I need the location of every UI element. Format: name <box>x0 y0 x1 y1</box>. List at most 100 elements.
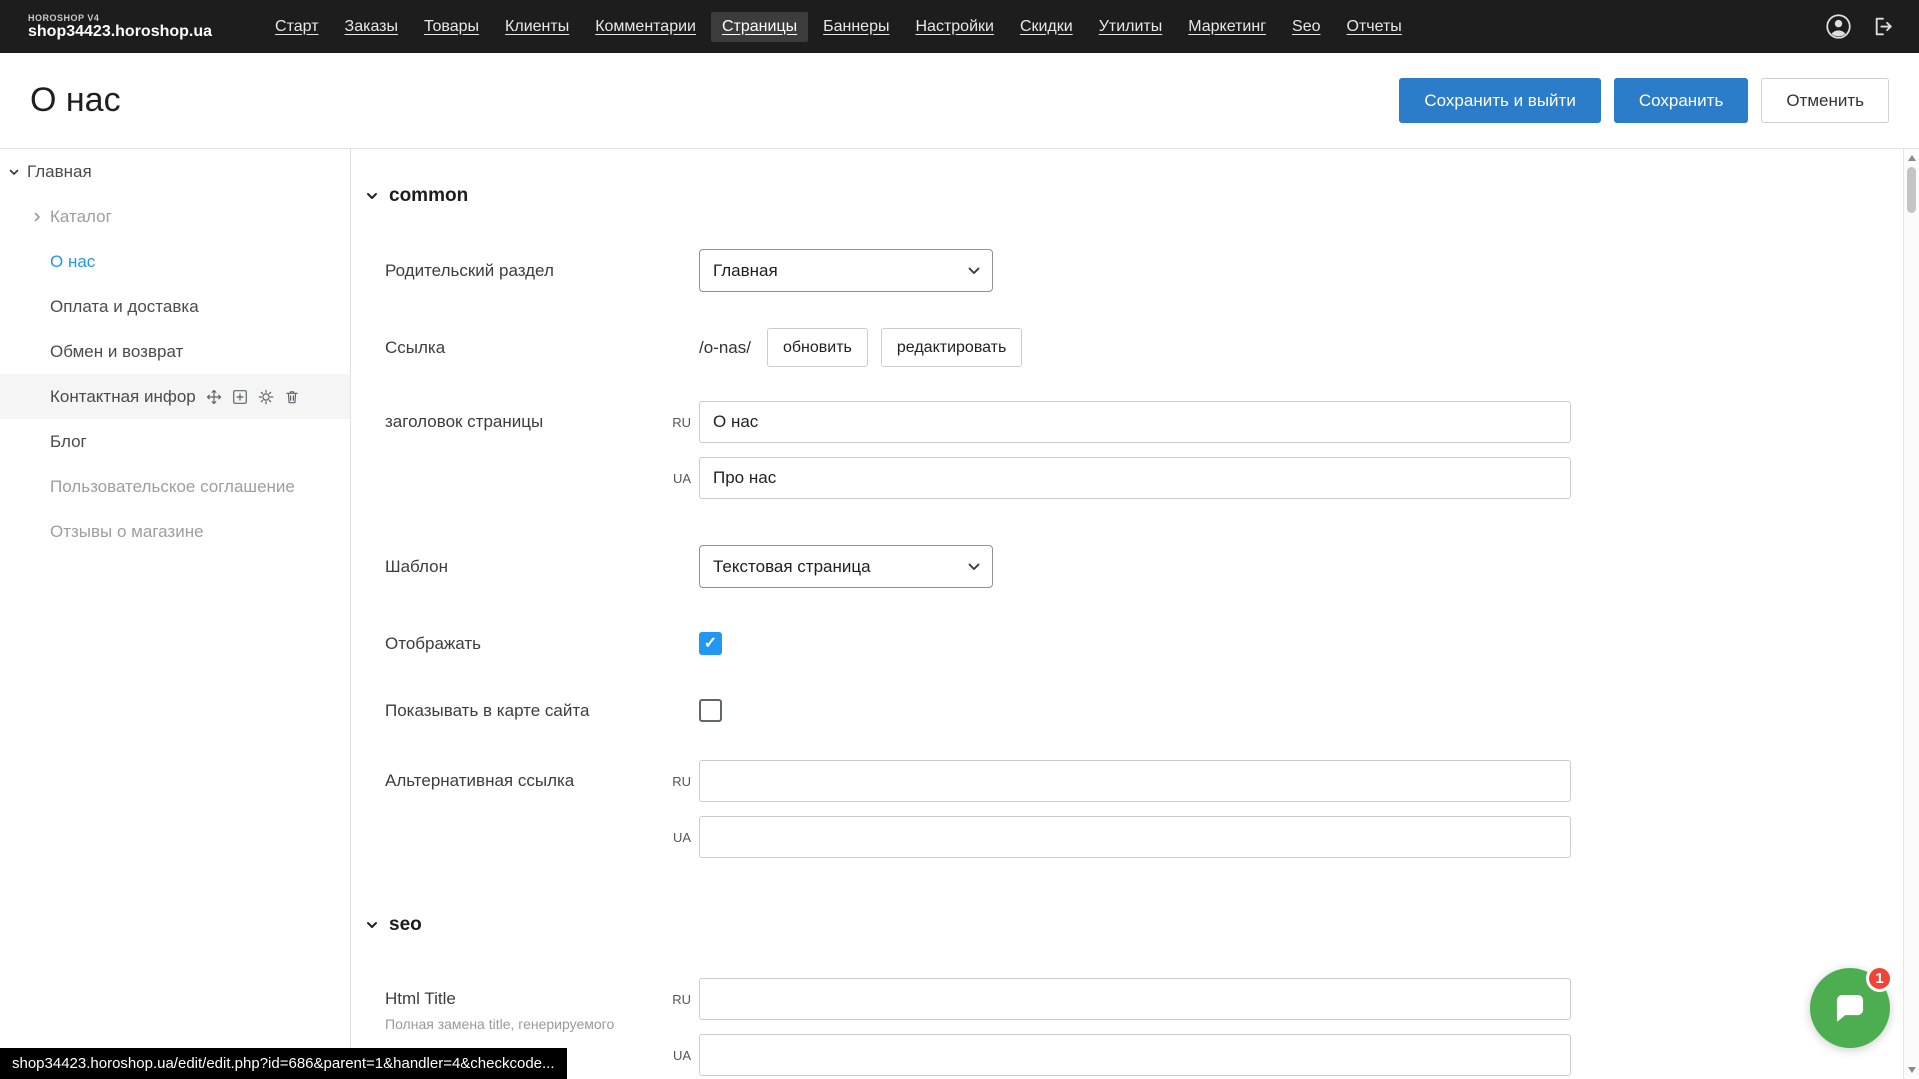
lang-tag-ua: UA <box>665 830 691 845</box>
menu-item-utility[interactable]: Утилиты <box>1088 12 1174 42</box>
field-label: заголовок страницы <box>385 401 665 432</box>
sidebar-item-label: Главная <box>27 162 92 182</box>
sidebar-item-obmen-i-vozvrat[interactable]: Обмен и возврат <box>0 329 350 374</box>
alt-link-row: Альтернативная ссылка RU UA <box>385 760 1863 858</box>
template-select[interactable]: Текстовая страница <box>699 545 993 588</box>
html-title-ru-input[interactable] <box>699 978 1571 1020</box>
selected-option: Главная <box>713 261 778 281</box>
edit-link-button[interactable]: редактировать <box>881 328 1022 367</box>
chevron-down-icon <box>365 189 379 203</box>
display-checkbox[interactable]: ✓ <box>699 632 722 655</box>
parent-section-select[interactable]: Главная <box>699 249 993 292</box>
sidebar-item-label: О нас <box>50 252 95 272</box>
lang-tag-ru: RU <box>665 992 691 1007</box>
vertical-scrollbar[interactable] <box>1903 149 1919 1079</box>
field-label: Родительский раздел <box>385 261 665 281</box>
status-url: shop34423.horoshop.ua/edit/edit.php?id=6… <box>0 1048 567 1079</box>
gear-icon[interactable] <box>258 389 274 405</box>
menu-item-zakazy[interactable]: Заказы <box>334 12 409 42</box>
sidebar-item-kontaktnaya-informatsiya[interactable]: Контактная инфор <box>0 374 350 419</box>
scrollbar-thumb[interactable] <box>1907 167 1916 213</box>
sidebar-item-label: Блог <box>50 432 87 452</box>
trash-icon[interactable] <box>284 389 300 405</box>
menu-item-nastroyki[interactable]: Настройки <box>904 12 1004 42</box>
link-path: /o-nas/ <box>699 338 751 358</box>
chat-widget-button[interactable]: 1 <box>1810 968 1890 1048</box>
page-header: О нас Сохранить и выйти Сохранить Отмени… <box>0 53 1919 148</box>
brand-domain: shop34423.horoshop.ua <box>28 23 212 41</box>
app-window: HOROSHOP V4 shop34423.horoshop.ua Старт … <box>0 0 1919 1079</box>
section-common[interactable]: common <box>365 185 1863 207</box>
sitemap-checkbox[interactable]: ✓ <box>699 699 722 722</box>
brand-logo[interactable]: HOROSHOP V4 shop34423.horoshop.ua <box>28 13 212 41</box>
alt-link-ru-input[interactable] <box>699 760 1571 802</box>
section-title: seo <box>389 914 422 936</box>
menu-item-stranitsy[interactable]: Страницы <box>711 12 808 42</box>
template-row: Шаблон Текстовая страница <box>385 545 1863 588</box>
brand-version: HOROSHOP V4 <box>28 13 212 23</box>
link-row: Ссылка /o-nas/ обновить редактировать <box>385 328 1863 367</box>
sidebar-item-glavnaya[interactable]: Главная <box>0 149 350 194</box>
chevron-down-icon <box>365 918 379 932</box>
selected-option: Текстовая страница <box>713 557 871 577</box>
lang-tag-ua: UA <box>665 1048 691 1063</box>
field-label: Html Title Полная замена title, генериру… <box>385 978 665 1034</box>
chevron-down-icon[interactable] <box>8 166 20 178</box>
lang-tag-ru: RU <box>665 774 691 789</box>
save-and-exit-button[interactable]: Сохранить и выйти <box>1399 78 1600 123</box>
refresh-link-button[interactable]: обновить <box>767 328 868 367</box>
field-label: Альтернативная ссылка <box>385 760 665 791</box>
page-title: О нас <box>30 81 121 120</box>
page-body: Главная Каталог О нас Оплата и доставка … <box>0 148 1919 1079</box>
menu-item-start[interactable]: Старт <box>264 12 329 42</box>
field-label: Показывать в карте сайта <box>385 701 665 721</box>
logout-icon[interactable] <box>1872 14 1897 39</box>
chat-bubble-icon <box>1831 989 1869 1027</box>
menu-item-otchety[interactable]: Отчеты <box>1336 12 1413 42</box>
sidebar-item-label: Обмен и возврат <box>50 342 183 362</box>
lang-tag-ua: UA <box>665 471 691 486</box>
menu-item-klienty[interactable]: Клиенты <box>494 12 580 42</box>
pages-tree-sidebar: Главная Каталог О нас Оплата и доставка … <box>0 149 351 1079</box>
topbar-actions <box>1825 13 1897 40</box>
html-title-ua-input[interactable] <box>699 1034 1571 1076</box>
page-title-ru-input[interactable] <box>699 401 1571 443</box>
sidebar-item-label: Пользовательское соглашение <box>50 477 295 497</box>
header-actions: Сохранить и выйти Сохранить Отменить <box>1399 78 1889 123</box>
page-title-ua-input[interactable] <box>699 457 1571 499</box>
scroll-up-arrow[interactable] <box>1908 155 1916 161</box>
menu-item-bannery[interactable]: Баннеры <box>812 12 900 42</box>
sidebar-item-polzovatelskoe-soglashenie[interactable]: Пользовательское соглашение <box>0 464 350 509</box>
sidebar-item-label: Отзывы о магазине <box>50 522 204 542</box>
sidebar-item-o-nas[interactable]: О нас <box>0 239 350 284</box>
sidebar-item-label: Оплата и доставка <box>50 297 199 317</box>
menu-item-seo[interactable]: Seo <box>1281 12 1331 42</box>
sidebar-item-blog[interactable]: Блог <box>0 419 350 464</box>
check-icon: ✓ <box>704 636 717 652</box>
menu-item-marketing[interactable]: Маркетинг <box>1177 12 1277 42</box>
menu-item-kommentarii[interactable]: Комментарии <box>584 12 707 42</box>
section-seo[interactable]: seo <box>365 914 1863 936</box>
sidebar-item-katalog[interactable]: Каталог <box>0 194 350 239</box>
sidebar-item-oplata-i-dostavka[interactable]: Оплата и доставка <box>0 284 350 329</box>
sidebar-item-otzyvy-o-magazine[interactable]: Отзывы о магазине <box>0 509 350 554</box>
scroll-down-arrow[interactable] <box>1908 1067 1916 1073</box>
main-menu: Старт Заказы Товары Клиенты Комментарии … <box>264 12 1413 42</box>
menu-item-tovary[interactable]: Товары <box>413 12 490 42</box>
alt-link-ua-input[interactable] <box>699 816 1571 858</box>
chevron-down-icon <box>968 563 980 571</box>
lang-tag-ru: RU <box>665 415 691 430</box>
html-title-row: Html Title Полная замена title, генериру… <box>385 978 1863 1076</box>
cancel-button[interactable]: Отменить <box>1761 78 1889 123</box>
save-button[interactable]: Сохранить <box>1614 78 1748 123</box>
display-row: Отображать ✓ <box>385 632 1863 655</box>
field-label: Шаблон <box>385 557 665 577</box>
menu-item-skidki[interactable]: Скидки <box>1009 12 1084 42</box>
sidebar-item-label: Контактная инфор <box>50 387 196 407</box>
chevron-right-icon[interactable] <box>31 211 43 223</box>
move-icon[interactable] <box>206 389 222 405</box>
tree-row-actions <box>206 389 300 405</box>
add-icon[interactable] <box>232 389 248 405</box>
chat-badge: 1 <box>1866 965 1893 992</box>
account-icon[interactable] <box>1825 13 1852 40</box>
